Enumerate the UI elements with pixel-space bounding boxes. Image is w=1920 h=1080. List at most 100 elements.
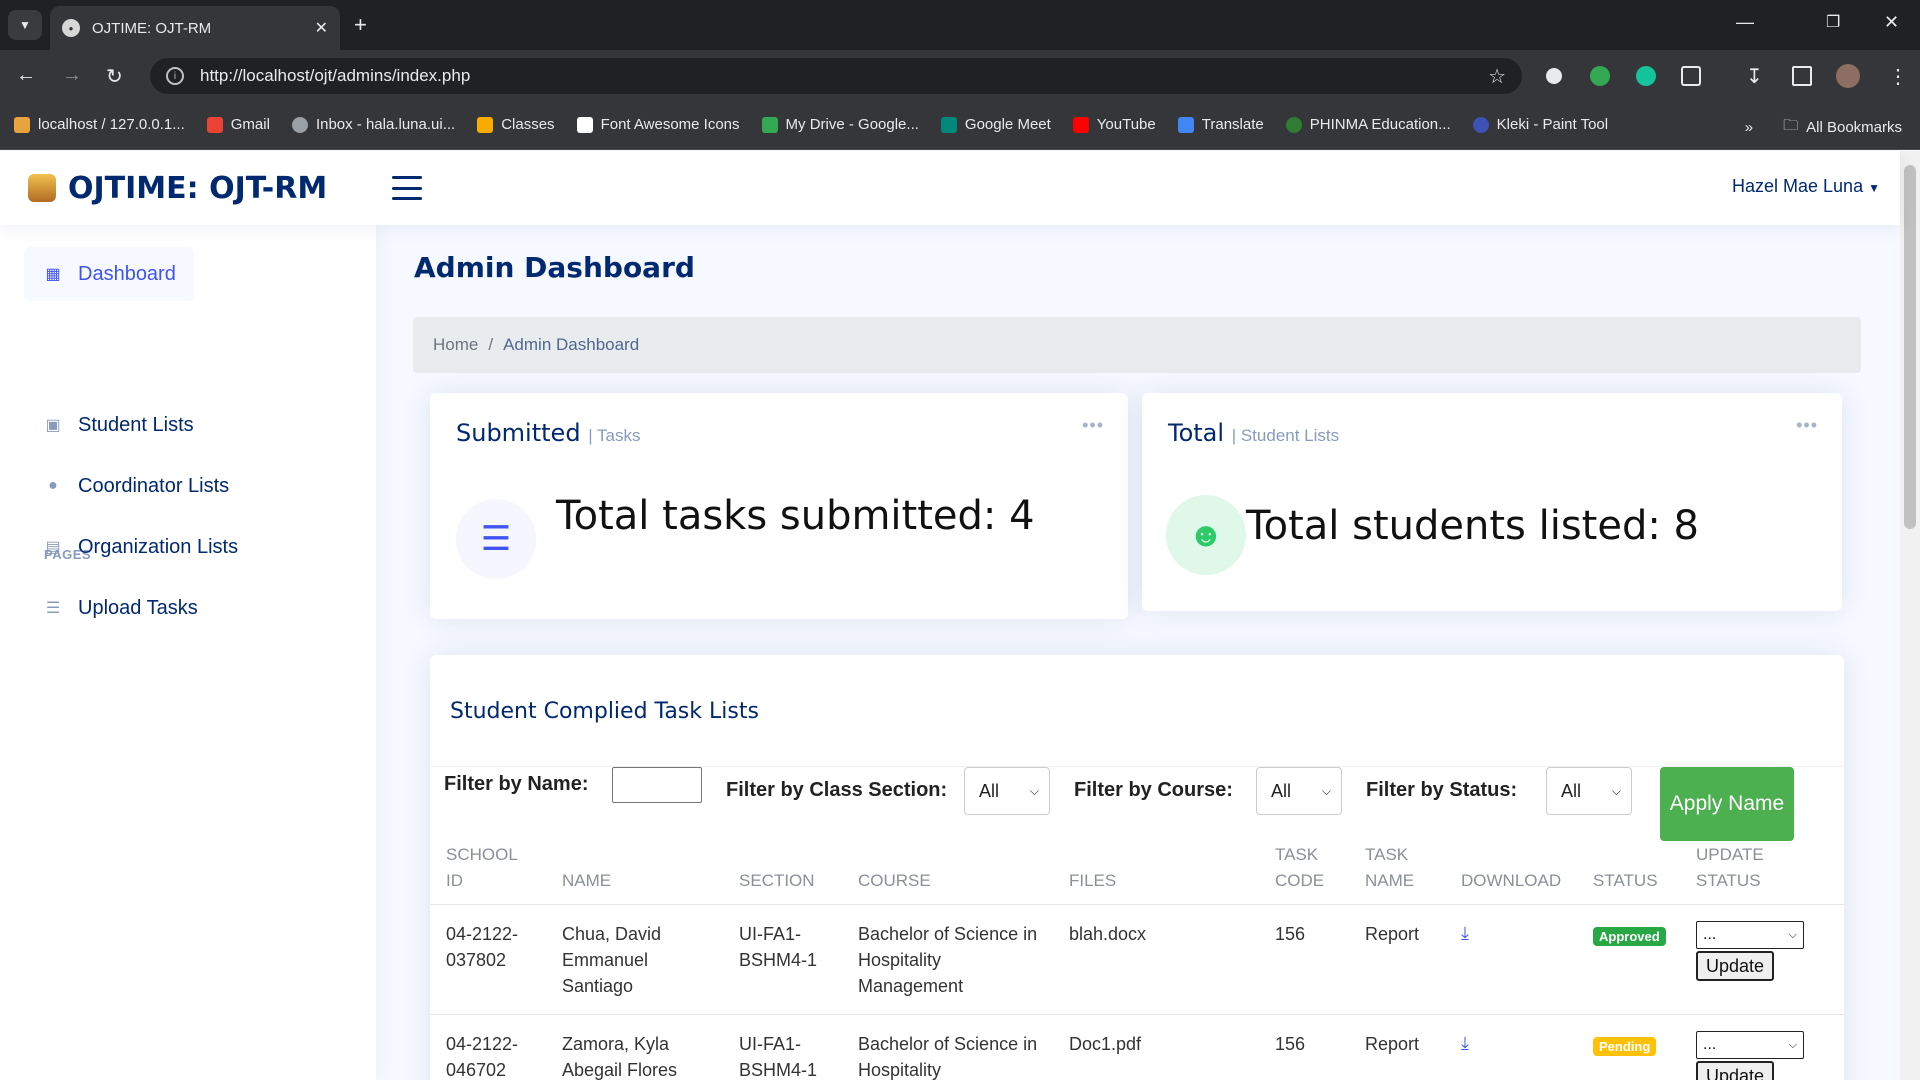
download-icon[interactable]: ⤓: [1461, 923, 1469, 944]
logo[interactable]: OJTIME: OJT-RM: [28, 171, 327, 206]
reload-icon[interactable]: ↻: [106, 64, 123, 89]
all-bookmarks[interactable]: » 🗀 All Bookmarks: [1745, 115, 1902, 140]
sidebar-item-label: Upload Tasks: [78, 596, 198, 619]
filter-course-select[interactable]: All ⌵: [1256, 767, 1342, 815]
card-subtitle: | Tasks: [588, 426, 641, 445]
browser-tab-bar: ▼ ● OJTIME: OJT-RM ✕ + — ❐ ✕: [0, 0, 1920, 50]
extension-icon[interactable]: [1546, 68, 1562, 84]
minimize-icon[interactable]: —: [1736, 12, 1754, 33]
scrollbar-thumb[interactable]: [1904, 165, 1916, 529]
sidebar-item-student-lists[interactable]: ▣ Student Lists: [24, 398, 193, 452]
bookmark-item[interactable]: localhost / 127.0.0.1...: [14, 116, 185, 133]
download-icon[interactable]: ↧: [1746, 64, 1763, 89]
students-listed-value: Total students listed: 8: [1246, 503, 1699, 549]
cell-file: blah.docx: [1069, 924, 1147, 944]
cell-course: Bachelor of Science in Hospitality: [858, 1034, 1038, 1080]
download-icon[interactable]: ⤓: [1461, 1033, 1469, 1054]
back-icon[interactable]: ←: [16, 64, 36, 87]
profile-avatar[interactable]: [1836, 64, 1860, 88]
th-course: COURSE: [858, 871, 931, 890]
bookmark-item[interactable]: Inbox - hala.luna.ui...: [291, 116, 455, 133]
more-bookmarks-icon[interactable]: »: [1745, 119, 1753, 136]
filter-section-select[interactable]: All ⌵: [964, 767, 1050, 815]
restore-icon[interactable]: ❐: [1826, 12, 1840, 32]
chevron-down-icon: ⌵: [1788, 1038, 1797, 1051]
bookmark-item[interactable]: Kleki - Paint Tool: [1472, 116, 1608, 133]
filter-status-label: Filter by Status:: [1366, 779, 1518, 801]
cell-task-code: 156: [1275, 1034, 1306, 1054]
th-name: NAME: [562, 871, 612, 890]
breadcrumb-home[interactable]: Home: [433, 335, 478, 355]
cell-section: UI-FA1- BSHM4-1: [739, 1034, 818, 1080]
cell-task-code: 156: [1275, 924, 1306, 944]
task-list-title: Student Complied Task Lists: [450, 699, 759, 724]
more-options-icon[interactable]: •••: [1082, 415, 1104, 436]
browser-tab[interactable]: ● OJTIME: OJT-RM ✕: [50, 6, 340, 50]
status-badge: Approved: [1593, 927, 1666, 946]
chevron-down-icon: ⌵: [1029, 783, 1039, 798]
main-content: Admin Dashboard Home / Admin Dashboard S…: [376, 225, 1900, 1080]
tab-title: OJTIME: OJT-RM: [92, 19, 212, 37]
sidebar: ▦ Dashboard PAGES ▣ Student Lists ● Coor…: [0, 225, 376, 1080]
bookmark-icon: [576, 116, 593, 133]
status-select[interactable]: ... ⌵: [1696, 921, 1804, 949]
sidebar-item-coordinator-lists[interactable]: ● Coordinator Lists: [24, 459, 229, 513]
sidebar-item-organization-lists[interactable]: ▤ Organization Lists: [24, 520, 238, 574]
more-options-icon[interactable]: •••: [1796, 415, 1818, 436]
checklist-icon: ☰: [456, 499, 536, 579]
th-task-name: TASK NAME: [1365, 845, 1415, 890]
sidebar-item-dashboard[interactable]: ▦ Dashboard: [24, 247, 194, 301]
favicon-icon: ●: [62, 19, 80, 37]
apply-filter-button[interactable]: Apply Name: [1660, 767, 1794, 841]
hamburger-menu-icon[interactable]: [392, 176, 422, 200]
filter-name-input[interactable]: [612, 767, 702, 803]
table-header: SCHOOL ID NAME SECTION COURSE FILES TASK C…: [430, 845, 1844, 905]
site-info-icon[interactable]: i: [166, 67, 184, 85]
bookmark-item[interactable]: YouTube: [1072, 116, 1156, 133]
extensions-icon[interactable]: [1681, 66, 1701, 86]
sidebar-item-label: Coordinator Lists: [78, 474, 230, 497]
cell-school-id: 04-2122- 046702: [446, 1034, 519, 1080]
th-download: DOWNLOAD: [1461, 871, 1562, 890]
bookmark-star-icon[interactable]: ☆: [1488, 64, 1506, 89]
address-bar[interactable]: i http://localhost/ojt/admins/index.php …: [150, 58, 1522, 94]
building-icon: ▤: [45, 539, 61, 556]
bookmark-item[interactable]: Translate: [1177, 116, 1264, 133]
bookmark-item[interactable]: My Drive - Google...: [761, 116, 919, 133]
new-tab-button[interactable]: +: [354, 12, 367, 38]
sidebar-item-upload-tasks[interactable]: ☰ Upload Tasks: [24, 581, 198, 635]
bookmark-icon: [206, 116, 223, 133]
folder-icon: 🗀: [1783, 117, 1799, 134]
status-select[interactable]: ... ⌵: [1696, 1031, 1804, 1059]
bookmark-item[interactable]: Classes: [477, 116, 555, 133]
task-list-card: Student Complied Task Lists Filter by Na…: [430, 655, 1844, 1080]
chevron-down-icon: ⌵: [1611, 783, 1621, 798]
total-students-card: Total | Student Lists ••• ☻ Total studen…: [1142, 393, 1842, 611]
tasks-submitted-value: Total tasks submitted: 4: [556, 493, 1035, 539]
app-header: OJTIME: OJT-RM Hazel Mae Luna ▼: [0, 151, 1900, 225]
close-tab-icon[interactable]: ✕: [315, 18, 328, 38]
bookmark-item[interactable]: Gmail: [206, 116, 270, 133]
person-icon: ●: [48, 477, 58, 494]
menu-icon[interactable]: ⋮: [1888, 64, 1908, 89]
forward-icon[interactable]: →: [62, 64, 82, 87]
filter-status-select[interactable]: All ⌵: [1546, 767, 1632, 815]
breadcrumb-current: Admin Dashboard: [503, 335, 640, 354]
bookmark-item[interactable]: Google Meet: [940, 116, 1051, 133]
bookmark-item[interactable]: Font Awesome Icons: [576, 116, 740, 133]
th-status: STATUS: [1593, 871, 1658, 890]
page-scrollbar[interactable]: [1900, 151, 1920, 1080]
update-button[interactable]: Update: [1696, 951, 1774, 981]
breadcrumb: Home / Admin Dashboard: [413, 317, 1861, 373]
user-dropdown[interactable]: Hazel Mae Luna ▼: [1732, 176, 1880, 197]
bookmark-icon: [940, 116, 957, 133]
update-button[interactable]: Update: [1696, 1061, 1774, 1080]
tab-search-button[interactable]: ▼: [8, 10, 42, 40]
side-panel-icon[interactable]: [1792, 66, 1812, 86]
close-window-icon[interactable]: ✕: [1884, 12, 1899, 33]
filter-course-label: Filter by Course:: [1074, 779, 1233, 801]
bookmark-item[interactable]: PHINMA Education...: [1285, 116, 1451, 133]
extension-icon[interactable]: [1590, 66, 1610, 86]
grammarly-icon[interactable]: [1636, 66, 1656, 86]
url-text[interactable]: http://localhost/ojt/admins/index.php: [200, 66, 1488, 86]
